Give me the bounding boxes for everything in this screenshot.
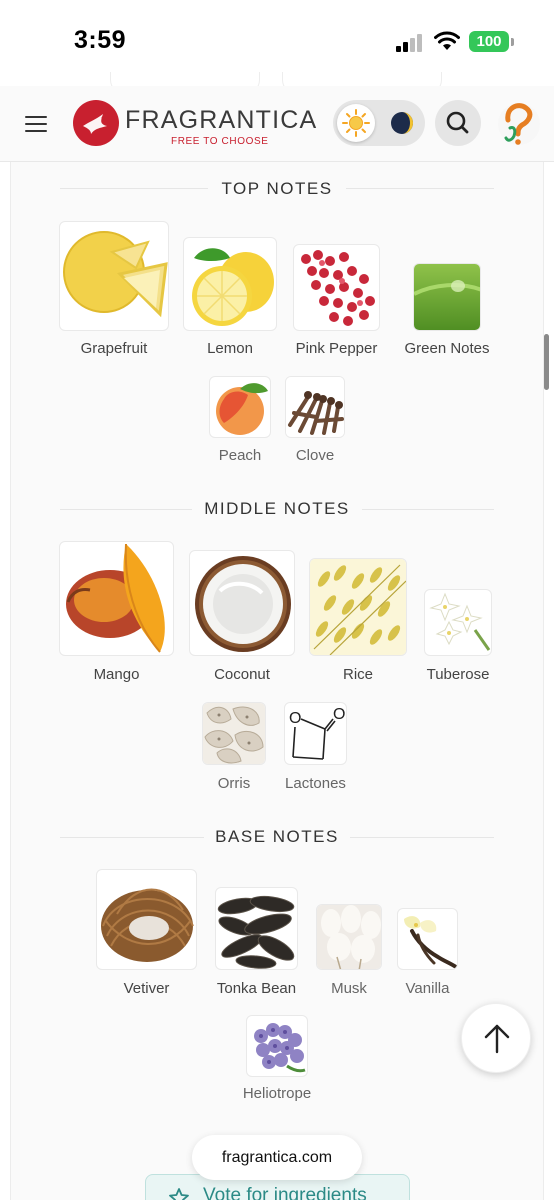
coconut-image[interactable]	[189, 550, 295, 656]
battery-icon	[511, 38, 514, 46]
hummingbird-icon	[83, 114, 107, 134]
url-bar[interactable]: fragrantica.com	[192, 1135, 362, 1180]
rice-image[interactable]	[309, 558, 407, 656]
section-title-base-notes: BASE NOTES	[204, 820, 350, 854]
svg-text:O: O	[289, 710, 301, 727]
note-label-orris: Orris	[217, 775, 251, 792]
section-title-top-notes: TOP NOTES	[208, 172, 346, 206]
lemon-image[interactable]	[183, 237, 277, 331]
vetiver-image[interactable]	[96, 869, 197, 970]
tonka-bean-image[interactable]	[215, 887, 298, 970]
note-label-vanilla: Vanilla	[405, 980, 450, 997]
note-label-lemon: Lemon	[207, 340, 253, 357]
note-label-vetiver: Vetiver	[123, 980, 170, 997]
note-label-coconut: Coconut	[214, 666, 270, 683]
note-label-tuberose: Tuberose	[426, 666, 490, 683]
search-icon	[446, 111, 469, 134]
vanilla-image[interactable]	[397, 908, 458, 970]
theme-toggle[interactable]	[333, 100, 425, 146]
musk-image[interactable]	[316, 904, 382, 970]
note-label-heliotrope: Heliotrope	[242, 1085, 312, 1102]
brand-name[interactable]: FRAGRANTICA	[125, 106, 317, 135]
star-icon	[169, 1188, 189, 1200]
orris-image[interactable]	[202, 702, 266, 765]
grapefruit-image[interactable]	[59, 221, 169, 331]
section-title-middle-notes: MIDDLE NOTES	[192, 492, 362, 526]
sun-icon[interactable]	[337, 104, 375, 142]
status-time: 3:59	[74, 26, 127, 54]
note-label-pink-pepper: Pink Pepper	[295, 340, 378, 357]
lactones-image[interactable]: O O	[284, 702, 347, 765]
note-label-grapefruit: Grapefruit	[80, 340, 148, 357]
status-bar: 3:59 100	[0, 0, 554, 80]
note-label-musk: Musk	[331, 980, 367, 997]
app-screen: 3:59 100 FRAGRANTICA FREE TO CHOOSE TOP …	[0, 0, 554, 1200]
note-label-mango: Mango	[93, 666, 140, 683]
battery-level: 100	[469, 31, 509, 52]
note-label-lactones: Lactones	[285, 775, 346, 792]
heliotrope-image[interactable]	[246, 1015, 308, 1077]
clove-image[interactable]	[285, 376, 345, 438]
vote-label: Vote for ingredients	[203, 1185, 367, 1200]
mango-image[interactable]	[59, 541, 174, 656]
arrow-up-icon	[484, 1024, 510, 1054]
tuberose-image[interactable]	[424, 589, 492, 656]
note-label-peach: Peach	[218, 447, 262, 464]
brand-tagline: FREE TO CHOOSE	[171, 136, 269, 147]
pink-pepper-image[interactable]	[293, 244, 380, 331]
cellular-signal-icon	[396, 34, 426, 52]
note-label-clove: Clove	[295, 447, 335, 464]
scrollbar[interactable]	[544, 334, 549, 390]
peach-image[interactable]	[209, 376, 271, 438]
menu-icon[interactable]	[25, 116, 47, 132]
scroll-to-top-button[interactable]	[461, 1003, 531, 1073]
fragrantica-logo[interactable]	[73, 100, 119, 146]
question-icon[interactable]	[496, 98, 542, 148]
site-header: FRAGRANTICA FREE TO CHOOSE	[0, 86, 554, 162]
green-notes-image[interactable]	[413, 263, 481, 331]
note-label-tonka-bean: Tonka Bean	[216, 980, 297, 997]
note-label-rice: Rice	[342, 666, 373, 683]
wifi-icon	[434, 31, 460, 50]
moon-icon[interactable]	[385, 106, 419, 140]
svg-text:O: O	[333, 706, 345, 723]
search-button[interactable]	[435, 100, 481, 146]
note-label-green-notes: Green Notes	[404, 340, 490, 357]
